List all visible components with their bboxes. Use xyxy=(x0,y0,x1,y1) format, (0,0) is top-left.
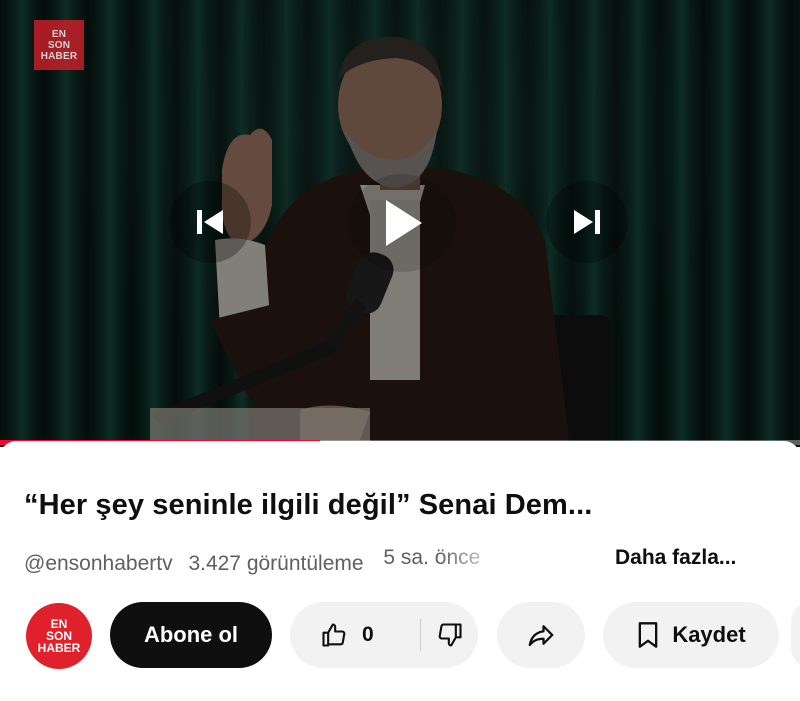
view-count: 3.427 görüntüleme xyxy=(188,552,364,575)
video-metadata[interactable]: @ensonhabertv 3.427 görüntüleme 5 sa. ön… xyxy=(24,546,784,576)
bookmark-icon xyxy=(638,622,658,648)
share-icon xyxy=(528,625,554,647)
more-description-link[interactable]: Daha fazla... xyxy=(615,546,736,570)
like-dislike-group: 0 xyxy=(290,602,478,668)
dislike-button[interactable] xyxy=(421,602,478,668)
channel-watermark-logo: EN SON HABER xyxy=(34,20,84,70)
video-title[interactable]: “Her şey seninle ilgili değil” Senai Dem… xyxy=(24,489,784,522)
next-button[interactable] xyxy=(546,181,628,263)
video-player[interactable]: EN SON HABER xyxy=(0,0,800,447)
more-actions-button[interactable] xyxy=(791,602,800,668)
play-button[interactable] xyxy=(348,174,456,272)
play-icon xyxy=(386,200,422,246)
thumbs-up-icon xyxy=(322,623,346,647)
channel-handle[interactable]: @ensonhabertv xyxy=(24,552,173,576)
previous-button[interactable] xyxy=(169,181,251,263)
upload-time: 5 sa. önce xyxy=(383,546,481,569)
subscribe-button[interactable]: Abone ol xyxy=(110,602,272,668)
share-button[interactable] xyxy=(497,602,585,668)
save-label: Kaydet xyxy=(672,622,746,647)
thumbs-down-icon xyxy=(438,623,462,647)
save-button[interactable]: Kaydet xyxy=(603,602,779,668)
action-bar: EN SON HABER Abone ol 0 Kaydet xyxy=(0,598,800,669)
channel-avatar[interactable]: EN SON HABER xyxy=(26,603,92,669)
video-info-panel: “Her şey seninle ilgili değil” Senai Dem… xyxy=(0,441,800,695)
like-button[interactable]: 0 xyxy=(290,602,420,668)
skip-next-icon xyxy=(574,210,600,234)
like-count: 0 xyxy=(362,623,374,646)
skip-previous-icon xyxy=(197,210,223,234)
